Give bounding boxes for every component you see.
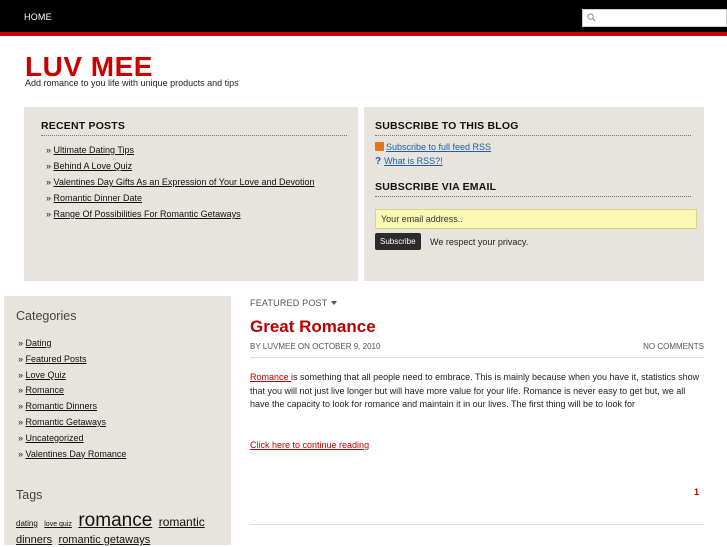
recent-post-link[interactable]: Ultimate Dating Tips	[54, 145, 135, 155]
dotted-divider	[41, 135, 347, 136]
list-item: » Uncategorized	[18, 432, 84, 443]
sidebar: Categories » Dating » Featured Posts » L…	[4, 296, 231, 547]
top-nav-bar: HOME	[0, 0, 727, 32]
tag-cloud: dating love quiz romance romantic dinner…	[16, 511, 226, 547]
category-link[interactable]: Romantic Getaways	[26, 417, 107, 427]
categories-list: » Dating » Featured Posts » Love Quiz » …	[18, 336, 126, 462]
list-item: » Romance	[18, 385, 65, 396]
rss-icon	[375, 142, 384, 151]
page-number[interactable]: 1	[694, 487, 699, 497]
category-link[interactable]: Dating	[26, 338, 52, 348]
tag-link[interactable]: love quiz	[44, 521, 72, 528]
recent-post-link[interactable]: Behind A Love Quiz	[54, 161, 133, 171]
tag-link[interactable]: romantic	[159, 515, 205, 529]
category-link[interactable]: Love Quiz	[26, 370, 67, 380]
category-link[interactable]: Romantic Dinners	[26, 401, 98, 411]
rss-feed-link[interactable]: Subscribe to full feed RSS	[386, 142, 491, 152]
tag-link[interactable]: romantic getaways	[59, 534, 151, 546]
list-item: » Valentines Day Romance	[18, 448, 127, 459]
continue-row: Click here to continue reading	[250, 440, 369, 450]
continue-reading-link[interactable]: Click here to continue reading	[250, 440, 369, 450]
what-rss-row: ? What is RSS?!	[375, 156, 443, 167]
recent-posts-panel: RECENT POSTS » Ultimate Dating Tips » Be…	[24, 107, 358, 281]
nav-home-link[interactable]: HOME	[24, 12, 52, 22]
list-item: » Range Of Possibilities For Romantic Ge…	[46, 209, 241, 219]
recent-posts-list: » Ultimate Dating Tips » Behind A Love Q…	[46, 142, 315, 222]
divider	[250, 524, 704, 525]
privacy-note: We respect your privacy.	[430, 237, 529, 247]
email-field[interactable]: Your email address..	[375, 209, 697, 229]
list-item: » Featured Posts	[18, 353, 87, 364]
comments-link[interactable]: NO COMMENTS	[643, 342, 704, 351]
list-item: » Behind A Love Quiz	[46, 161, 133, 171]
what-is-rss-link[interactable]: What is RSS?!	[384, 156, 443, 166]
search-input[interactable]	[582, 9, 727, 27]
category-link[interactable]: Romance	[26, 385, 65, 395]
question-icon: ?	[375, 156, 382, 167]
post-body-text: is something that all people need to emb…	[250, 372, 700, 409]
category-link[interactable]: Uncategorized	[26, 433, 84, 443]
list-item: » Valentines Day Gifts As an Expression …	[46, 177, 315, 187]
recent-post-link[interactable]: Range Of Possibilities For Romantic Geta…	[54, 209, 241, 219]
categories-heading: Categories	[16, 309, 77, 323]
main-content: FEATURED POST Great Romance BY LUVMEE ON…	[250, 296, 704, 545]
subscribe-heading: SUBSCRIBE TO THIS BLOG	[375, 120, 519, 132]
recent-post-link[interactable]: Romantic Dinner Date	[54, 193, 143, 203]
dotted-divider	[375, 196, 691, 197]
list-item: » Love Quiz	[18, 369, 67, 380]
subscribe-button[interactable]: Subscribe	[375, 233, 421, 250]
category-link[interactable]: Featured Posts	[26, 354, 87, 364]
subscribe-panel: SUBSCRIBE TO THIS BLOG Subscribe to full…	[364, 107, 704, 281]
site-tagline: Add romance to you life with unique prod…	[25, 78, 239, 88]
list-item: » Romantic Dinners	[18, 401, 98, 412]
list-item: » Romantic Dinner Date	[46, 193, 143, 203]
chevron-down-icon	[331, 301, 338, 305]
featured-label-text: FEATURED POST	[250, 298, 328, 308]
email-subscribe-heading: SUBSCRIBE VIA EMAIL	[375, 181, 497, 193]
search-icon	[587, 13, 596, 22]
divider	[250, 357, 704, 358]
rss-row: Subscribe to full feed RSS	[375, 142, 491, 152]
tags-heading: Tags	[16, 488, 43, 502]
site-header: LUV MEE Add romance to you life with uni…	[0, 36, 727, 296]
romance-link[interactable]: Romance	[250, 372, 291, 382]
dotted-divider	[375, 135, 691, 136]
recent-post-link[interactable]: Valentines Day Gifts As an Expression of…	[54, 177, 315, 187]
tag-link[interactable]: romance	[78, 510, 152, 531]
tag-link[interactable]: dinners	[16, 534, 52, 546]
list-item: » Dating	[18, 338, 52, 348]
featured-post-label[interactable]: FEATURED POST	[250, 298, 338, 308]
list-item: » Romantic Getaways	[18, 416, 107, 427]
post-title[interactable]: Great Romance	[250, 317, 376, 337]
post-excerpt: Romance is something that all people nee…	[250, 371, 704, 412]
post-byline: BY LUVMEE ON OCTOBER 9, 2010	[250, 342, 381, 351]
list-item: » Ultimate Dating Tips	[46, 145, 135, 155]
recent-posts-heading: RECENT POSTS	[41, 120, 126, 132]
tag-link[interactable]: dating	[16, 519, 38, 528]
category-link[interactable]: Valentines Day Romance	[26, 449, 127, 459]
